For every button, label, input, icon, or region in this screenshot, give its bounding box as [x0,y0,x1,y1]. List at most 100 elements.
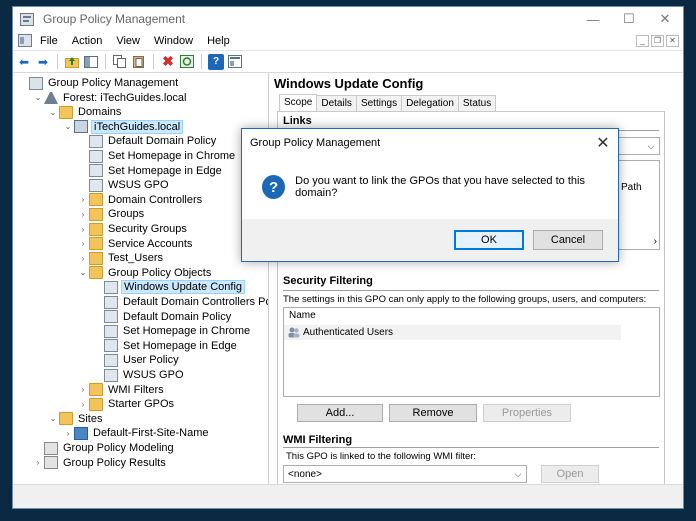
add-button[interactable]: Add... [297,404,383,422]
ou-icon [89,207,103,221]
tree-node[interactable]: ⌄ Sites [47,412,104,426]
path-column-header[interactable]: Path [621,182,642,193]
wmi-filtering-heading: WMI Filtering [283,434,353,446]
cancel-button[interactable]: Cancel [533,230,603,250]
tree-node[interactable]: Group Policy Modeling [32,441,176,455]
tree-node-label: Default-First-Site-Name [93,427,209,440]
maximize-button[interactable]: ☐ [611,7,647,31]
paste-icon[interactable] [131,54,147,70]
tree-node-label: Starter GPOs [108,398,175,411]
delete-icon[interactable]: ✖ [160,53,176,70]
chevron-down-icon[interactable]: ⌄ [47,414,59,423]
tree-node[interactable]: ⌄ Group Policy Objects [77,266,213,280]
remove-button[interactable]: Remove [389,404,477,422]
chevron-right-icon[interactable]: › [77,239,89,248]
tree-node-label: Group Policy Management [48,77,179,89]
tab-status[interactable]: Status [457,95,497,112]
menu-file[interactable]: File [33,35,65,47]
tree-node[interactable]: › WMI Filters [77,383,166,397]
gpo-icon [104,295,118,309]
gpo-link-icon [89,134,103,148]
tree-node[interactable]: User Policy [92,353,181,367]
properties-button[interactable]: Properties [483,404,571,422]
chevron-down-icon[interactable]: ⌄ [47,108,59,117]
forward-icon[interactable]: ➡ [35,54,51,70]
chevron-right-icon[interactable]: › [62,429,74,438]
tree-node-label: Sites [78,412,103,425]
security-filtering-heading: Security Filtering [283,275,373,287]
tree-node[interactable]: › Test_Users [77,251,165,265]
dialog-close-button[interactable]: ✕ [588,129,618,157]
ok-button[interactable]: OK [454,230,524,250]
tree-node[interactable]: › Starter GPOs [77,397,176,411]
tree-node[interactable]: › Service Accounts [77,237,194,251]
tree-node[interactable]: WSUS GPO [92,368,186,382]
tree-node[interactable]: › Default-First-Site-Name [62,426,211,440]
list-item[interactable]: Authenticated Users [284,325,621,340]
ou-icon [89,222,103,236]
security-filter-list[interactable]: Name Authenticated Users [283,307,660,397]
details-tabs: Scope Details Settings Delegation Status [279,94,497,112]
tree-node[interactable]: ⌄ Domains [47,105,123,119]
menu-help[interactable]: Help [200,35,237,47]
help-icon[interactable]: ? [208,53,224,70]
tree-node[interactable]: Set Homepage in Chrome [77,149,237,163]
tree-node[interactable]: Default Domain Controllers Policy [92,295,268,309]
tree-node[interactable]: ⌄ iTechGuides.local [62,119,184,134]
chevron-down-icon[interactable]: ⌄ [62,122,74,131]
chevron-right-icon[interactable]: › [77,195,89,204]
wmi-filter-dropdown[interactable]: <none> ⌵ [283,465,527,483]
chevron-right-icon[interactable]: › [77,254,89,263]
tab-settings[interactable]: Settings [355,95,403,112]
tree-node[interactable]: Default Domain Policy [92,310,233,324]
tree-node[interactable]: › Domain Controllers [77,193,204,207]
wmi-divider [283,447,659,448]
entry-label: Authenticated Users [303,327,394,338]
tree-node[interactable]: WSUS GPO [77,178,171,192]
scroll-right-icon[interactable]: › [654,236,657,247]
name-column-header[interactable]: Name [284,308,621,324]
up-folder-icon[interactable] [64,54,80,70]
show-hide-tree-icon[interactable] [83,54,99,70]
chevron-right-icon[interactable]: › [32,458,44,467]
tree-node[interactable]: Default Domain Policy [77,134,218,148]
close-window-button[interactable]: ✕ [647,7,683,31]
tab-scope[interactable]: Scope [279,94,318,111]
chevron-right-icon[interactable]: › [77,400,89,409]
tree-node[interactable]: Set Homepage in Edge [77,164,224,178]
tree-node-label: Security Groups [108,223,187,235]
copy-icon[interactable] [112,54,128,70]
tree-node-label: Set Homepage in Chrome [108,150,236,162]
open-button[interactable]: Open [541,465,599,483]
mdi-close-button[interactable]: ✕ [666,34,679,47]
tree-node[interactable]: Set Homepage in Chrome [92,324,252,338]
gpo-title: Windows Update Config [274,76,424,91]
chevron-right-icon[interactable]: › [77,225,89,234]
tree-node[interactable]: Windows Update Config [92,280,246,295]
menu-view[interactable]: View [109,35,147,47]
tree-node[interactable]: › Group Policy Results [32,456,168,470]
tree-node-label: Domains [78,106,122,119]
back-icon[interactable]: ⬅ [16,54,32,70]
menu-window[interactable]: Window [147,35,200,47]
refresh-icon[interactable] [179,54,195,70]
link-gpo-dialog: Group Policy Management ✕ ? Do you want … [241,128,619,262]
tree-node[interactable]: Set Homepage in Edge [92,339,239,353]
chevron-down-icon[interactable]: ⌄ [32,93,44,102]
tree-node[interactable]: ⌄ Forest: iTechGuides.local [32,91,189,105]
minimize-button[interactable]: — [575,7,611,31]
chevron-down-icon[interactable]: ⌄ [77,268,89,277]
chevron-right-icon[interactable]: › [77,210,89,219]
tab-delegation[interactable]: Delegation [401,95,459,112]
properties-icon[interactable] [227,54,243,70]
menu-action[interactable]: Action [65,35,110,47]
mdi-restore-button[interactable]: ❐ [651,34,664,47]
tree-node[interactable]: Group Policy Management [17,76,180,90]
dialog-body: ? Do you want to link the GPOs that you … [262,175,618,199]
domain-icon [74,120,88,134]
tree-node[interactable]: › Security Groups [77,222,189,236]
mdi-minimize-button[interactable]: _ [636,34,649,47]
chevron-right-icon[interactable]: › [77,385,89,394]
tab-details[interactable]: Details [316,95,357,112]
tree-node[interactable]: › Groups [77,207,146,221]
